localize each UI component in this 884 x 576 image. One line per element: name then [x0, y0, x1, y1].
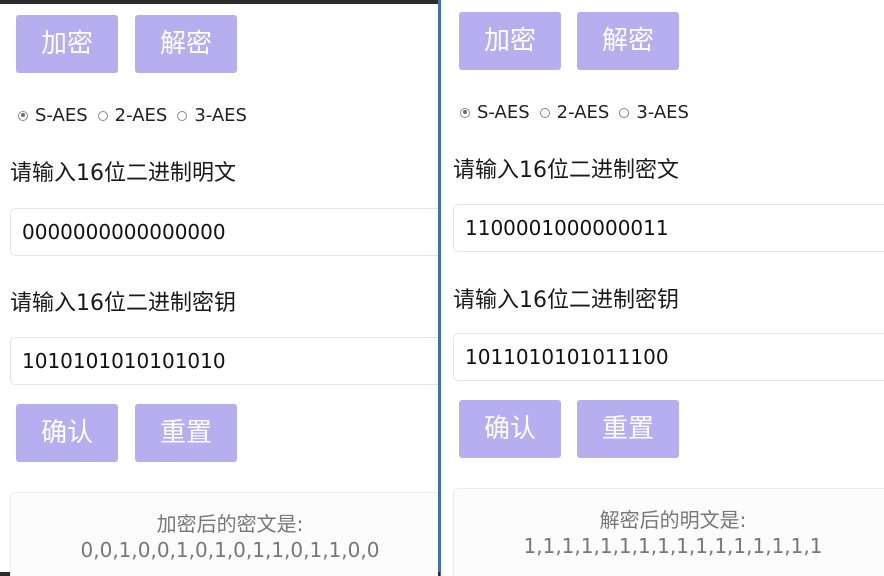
mode-radio-group: S-AES 2-AES 3-AES [18, 105, 257, 126]
result-value: 1,1,1,1,1,1,1,1,1,1,1,1,1,1,1,1 [523, 534, 823, 558]
mode-label-2aes: 2-AES [556, 102, 610, 123]
mode-radio-saes[interactable] [460, 107, 470, 118]
mode-radio-3aes[interactable] [177, 110, 188, 121]
reset-button[interactable]: 重置 [577, 400, 679, 458]
decrypt-tab-button[interactable]: 解密 [577, 12, 679, 70]
ciphertext-label: 请输入16位二进制密文 [453, 158, 679, 183]
key-input[interactable]: 1011010101011100 [453, 333, 884, 381]
mode-radio-group: S-AES 2-AES 3-AES [460, 102, 699, 123]
decrypt-panel: 加密 解密 S-AES 2-AES 3-AES 请输入16位二进制密文 1100… [441, 0, 884, 576]
mode-radio-2aes[interactable] [539, 107, 550, 118]
key-label: 请输入16位二进制密钥 [453, 288, 679, 313]
mode-label-saes: S-AES [35, 105, 88, 126]
reset-button[interactable]: 重置 [135, 404, 237, 462]
encrypt-tab-button[interactable]: 加密 [459, 12, 561, 70]
decrypt-result-box: 解密后的明文是: 1,1,1,1,1,1,1,1,1,1,1,1,1,1,1,1 [453, 488, 884, 576]
encrypt-result-box: 加密后的密文是: 0,0,1,0,0,1,0,1,0,1,1,0,1,1,0,0 [10, 492, 438, 576]
confirm-button[interactable]: 确认 [459, 400, 561, 458]
mode-radio-2aes[interactable] [97, 110, 108, 121]
encrypt-panel: 加密 解密 S-AES 2-AES 3-AES 请输入16位二进制明文 0000… [0, 0, 438, 576]
result-title: 解密后的明文是: [599, 508, 747, 532]
mode-label-3aes: 3-AES [636, 102, 689, 123]
mode-radio-3aes[interactable] [619, 107, 630, 118]
ciphertext-input[interactable]: 1100001000000011 [453, 204, 884, 252]
result-title: 加密后的密文是: [156, 512, 304, 536]
result-value: 0,0,1,0,0,1,0,1,0,1,1,0,1,1,0,0 [80, 538, 380, 562]
mode-label-saes: S-AES [477, 102, 530, 123]
plaintext-input[interactable]: 0000000000000000 [10, 208, 438, 256]
key-input[interactable]: 1010101010101010 [10, 337, 438, 385]
split-screenshot: 加密 解密 S-AES 2-AES 3-AES 请输入16位二进制明文 0000… [0, 0, 884, 576]
key-label: 请输入16位二进制密钥 [10, 291, 236, 316]
decrypt-tab-button[interactable]: 解密 [135, 15, 237, 73]
plaintext-label: 请输入16位二进制明文 [10, 161, 236, 186]
encrypt-tab-button[interactable]: 加密 [16, 15, 118, 73]
mode-radio-saes[interactable] [18, 110, 28, 121]
mode-label-3aes: 3-AES [194, 105, 247, 126]
mode-label-2aes: 2-AES [114, 105, 168, 126]
confirm-button[interactable]: 确认 [16, 404, 118, 462]
